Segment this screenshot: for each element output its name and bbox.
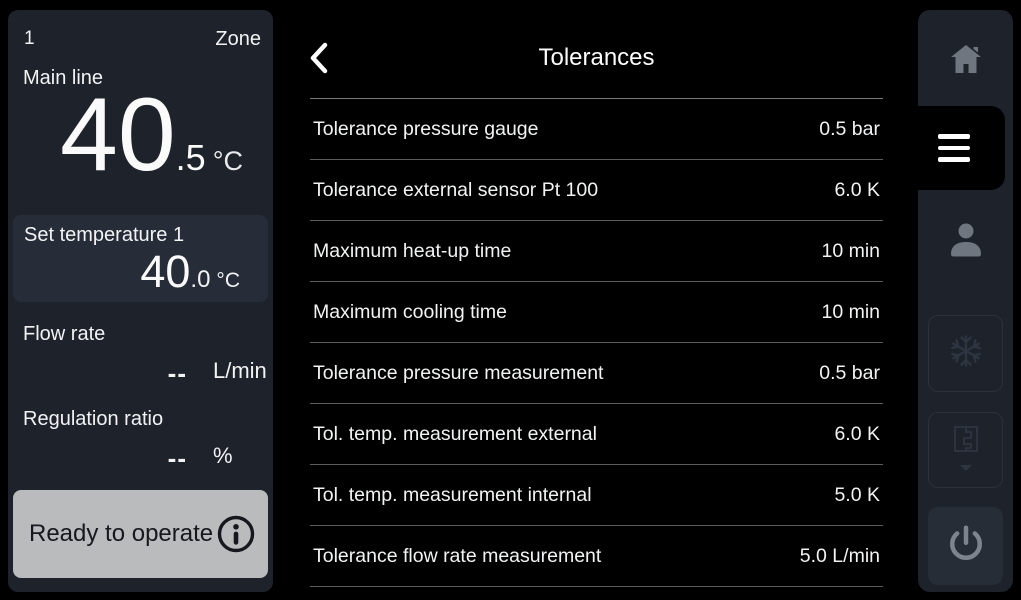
status-button[interactable]: Ready to operate	[13, 490, 268, 578]
regulation-ratio-unit: %	[213, 443, 233, 469]
menu-icon	[938, 134, 970, 162]
power-icon	[946, 524, 986, 569]
zone-label: Zone	[215, 28, 261, 51]
tolerance-row[interactable]: Tolerance external sensor Pt 100 6.0 K	[310, 160, 883, 221]
zone-status-panel: 1 Zone Main line 40.5°C Set temperature …	[8, 10, 273, 592]
set-temp-fraction: .0	[190, 266, 210, 294]
set-temperature-card[interactable]: Set temperature 1 40.0°C	[13, 215, 268, 302]
tolerance-value: 0.5 bar	[819, 362, 880, 385]
tolerance-row[interactable]: Tol. temp. measurement external 6.0 K	[310, 404, 883, 465]
tolerance-value: 6.0 K	[834, 423, 880, 446]
tolerance-value: 5.0 L/min	[800, 545, 880, 568]
tolerance-row[interactable]: Tol. temp. measurement internal 5.0 K	[310, 465, 883, 526]
tolerance-label: Tolerance flow rate measurement	[313, 545, 601, 568]
tolerance-value: 0.5 bar	[819, 118, 880, 141]
tolerance-label: Tolerance pressure measurement	[313, 362, 603, 385]
tolerance-label: Tolerance pressure gauge	[313, 118, 538, 141]
tolerance-row[interactable]: Tolerance pressure gauge 0.5 bar	[310, 99, 883, 160]
tolerance-label: Maximum heat-up time	[313, 240, 511, 263]
sidebar-item-home[interactable]	[918, 24, 1013, 98]
sidebar	[918, 10, 1013, 592]
tolerance-label: Tol. temp. measurement external	[313, 423, 597, 446]
tolerance-label: Tolerance external sensor Pt 100	[313, 179, 598, 202]
main-temp-integer: 40	[60, 83, 176, 187]
regulation-ratio-value: --	[8, 443, 187, 474]
tolerances-list: Tolerance pressure gauge 0.5 bar Toleran…	[310, 98, 883, 587]
caret-down-icon	[959, 459, 973, 477]
info-icon	[216, 514, 256, 554]
tolerance-value: 10 min	[821, 301, 880, 324]
sidebar-item-power[interactable]	[928, 507, 1003, 585]
set-temperature-value: 40.0°C	[140, 249, 240, 294]
tolerance-label: Maximum cooling time	[313, 301, 507, 324]
mold-icon	[949, 424, 983, 463]
user-icon	[947, 220, 985, 265]
status-text: Ready to operate	[29, 520, 213, 548]
tolerance-value: 10 min	[821, 240, 880, 263]
hmi-screen: 1 Zone Main line 40.5°C Set temperature …	[0, 0, 1021, 600]
flow-rate-unit: L/min	[213, 358, 267, 384]
tolerance-row[interactable]: Tolerance flow rate measurement 5.0 L/mi…	[310, 526, 883, 587]
tolerance-value: 6.0 K	[834, 179, 880, 202]
tolerance-value: 5.0 K	[834, 484, 880, 507]
set-temp-integer: 40	[140, 249, 190, 294]
sidebar-item-cooling[interactable]	[928, 315, 1003, 392]
set-temp-unit: °C	[216, 269, 240, 293]
sidebar-item-user[interactable]	[918, 206, 1013, 278]
zone-number: 1	[24, 28, 35, 50]
tolerance-row[interactable]: Maximum cooling time 10 min	[310, 282, 883, 343]
set-temperature-label: Set temperature 1	[24, 224, 184, 247]
home-icon	[948, 43, 984, 80]
flow-rate-value: --	[8, 358, 187, 389]
snowflake-icon	[948, 333, 984, 374]
tolerance-label: Tol. temp. measurement internal	[313, 484, 592, 507]
flow-rate-label: Flow rate	[23, 323, 105, 346]
tolerance-row[interactable]: Maximum heat-up time 10 min	[310, 221, 883, 282]
main-temperature-display: 40.5°C	[60, 83, 243, 187]
page-title: Tolerances	[310, 44, 883, 72]
flow-rate-value-row: -- L/min	[8, 358, 273, 388]
regulation-ratio-label: Regulation ratio	[23, 408, 163, 431]
sidebar-item-menu-active[interactable]	[902, 106, 1005, 190]
main-temp-fraction: .5	[176, 137, 206, 179]
sidebar-item-mold[interactable]	[928, 412, 1003, 488]
regulation-ratio-value-row: -- %	[8, 443, 273, 473]
main-temp-unit: °C	[213, 146, 243, 177]
tolerance-row[interactable]: Tolerance pressure measurement 0.5 bar	[310, 343, 883, 404]
